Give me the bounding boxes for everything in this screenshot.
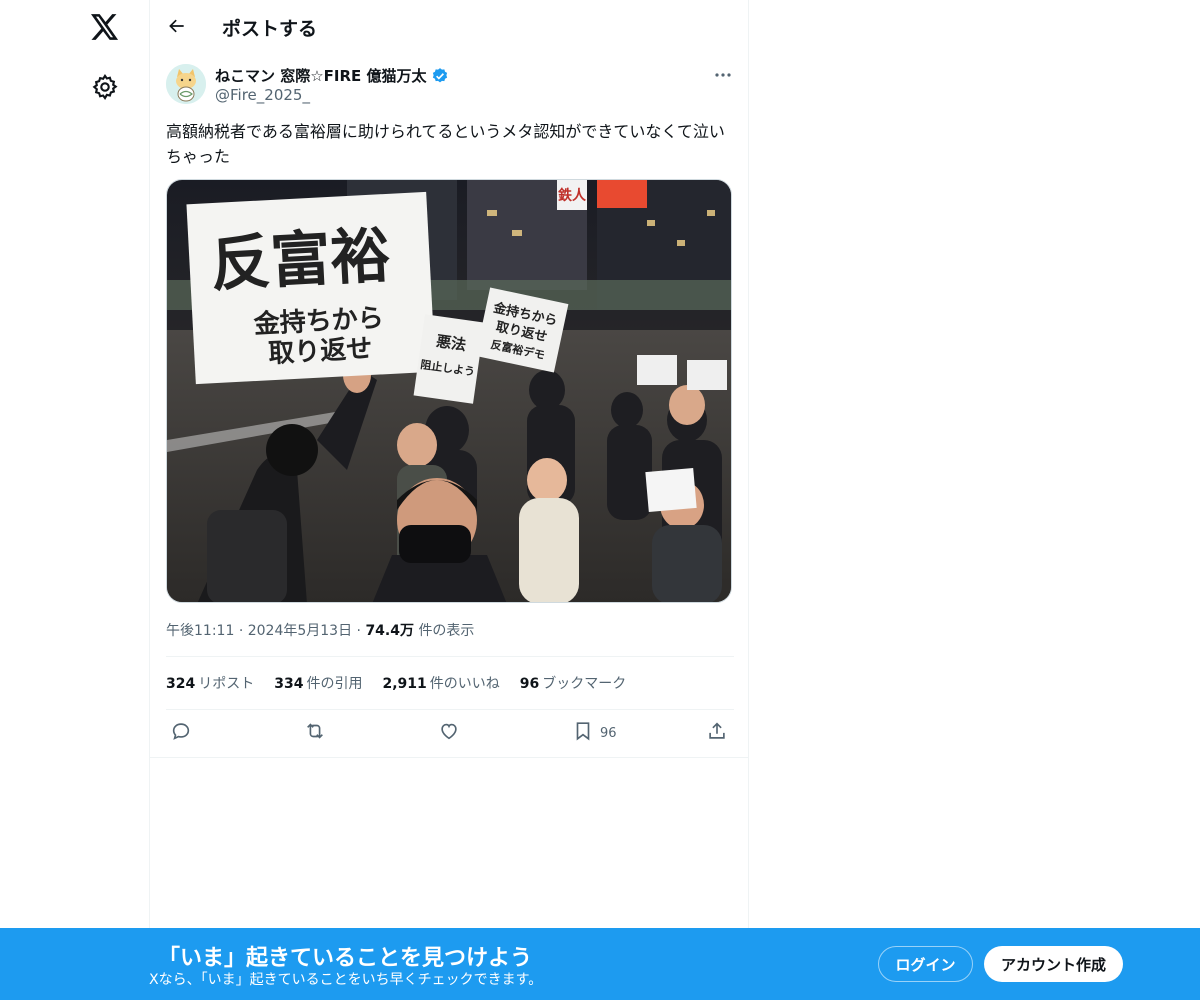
like-icon: [438, 720, 460, 746]
divider: [166, 709, 734, 710]
bookmark-stat[interactable]: 96 ブックマーク: [520, 673, 626, 693]
post-time[interactable]: 午後11:11: [166, 623, 234, 639]
like-button[interactable]: [438, 721, 460, 745]
quote-stat[interactable]: 334 件の引用: [274, 673, 362, 693]
store-sign: 鉄人: [558, 187, 587, 204]
banner-title: 「いま」起きていることを見つけよう: [158, 946, 533, 971]
post-image[interactable]: 鉄人 反富裕 金持ちから 取り返せ 悪法 阻止しよう 金持ちから 取り返せ 反富…: [166, 179, 732, 603]
main-column: ポストする ねこマン 窓際☆FIRE 億猫万太 @Fire_2025_ 高額納税…: [149, 0, 749, 1000]
repost-stat[interactable]: 324 リポスト: [166, 673, 254, 693]
like-stat[interactable]: 2,911 件のいいね: [382, 673, 499, 693]
share-button[interactable]: [706, 721, 728, 745]
signup-button[interactable]: アカウント作成: [984, 946, 1123, 982]
view-count: 74.4万: [365, 623, 414, 639]
gear-icon[interactable]: [91, 73, 119, 101]
more-icon[interactable]: [710, 65, 736, 85]
meta-dot: ·: [238, 623, 248, 639]
post-date[interactable]: 2024年5月13日: [248, 623, 352, 639]
post-meta: 午後11:11 · 2024年5月13日 · 74.4万 件の表示: [166, 620, 474, 640]
reply-button[interactable]: [170, 721, 192, 745]
top-bar: ポストする: [150, 0, 748, 53]
left-nav: [0, 0, 150, 1000]
post-stats: 324 リポスト 334 件の引用 2,911 件のいいね 96 ブックマーク: [166, 673, 626, 693]
login-button[interactable]: ログイン: [878, 946, 973, 982]
bookmark-button[interactable]: 96: [572, 721, 617, 745]
post-author: ねこマン 窓際☆FIRE 億猫万太 @Fire_2025_: [166, 64, 736, 108]
divider: [150, 757, 748, 758]
divider: [166, 656, 734, 657]
x-logo-icon[interactable]: [88, 10, 122, 44]
repost-button[interactable]: [303, 721, 327, 745]
handle[interactable]: @Fire_2025_: [215, 86, 310, 104]
avatar[interactable]: [166, 64, 206, 104]
reply-icon: [170, 720, 192, 746]
sign-line3: 取り返せ: [268, 334, 373, 369]
post-text: 高額納税者である富裕層に助けられてるというメタ認知ができていなくて泣いちゃった: [166, 122, 725, 166]
signup-banner: 「いま」起きていることを見つけよう Xなら、「いま」起きていることをいち早くチェ…: [0, 928, 1200, 1000]
back-arrow-icon[interactable]: [164, 13, 190, 39]
share-icon: [706, 720, 728, 746]
display-name[interactable]: ねこマン 窓際☆FIRE 億猫万太: [215, 65, 427, 86]
sign-main: 反富裕: [209, 221, 392, 300]
verified-badge-icon: [431, 67, 449, 85]
view-label: 件の表示: [418, 623, 475, 639]
page-title: ポストする: [222, 18, 318, 40]
action-bar: 96: [166, 718, 734, 748]
bookmark-count: 96: [600, 725, 617, 741]
banner-subtitle: Xなら、「いま」起きていることをいち早くチェックできます。: [149, 972, 543, 988]
bookmark-icon: [572, 720, 594, 746]
repost-icon: [303, 720, 327, 746]
name-row: ねこマン 窓際☆FIRE 億猫万太: [215, 65, 449, 86]
